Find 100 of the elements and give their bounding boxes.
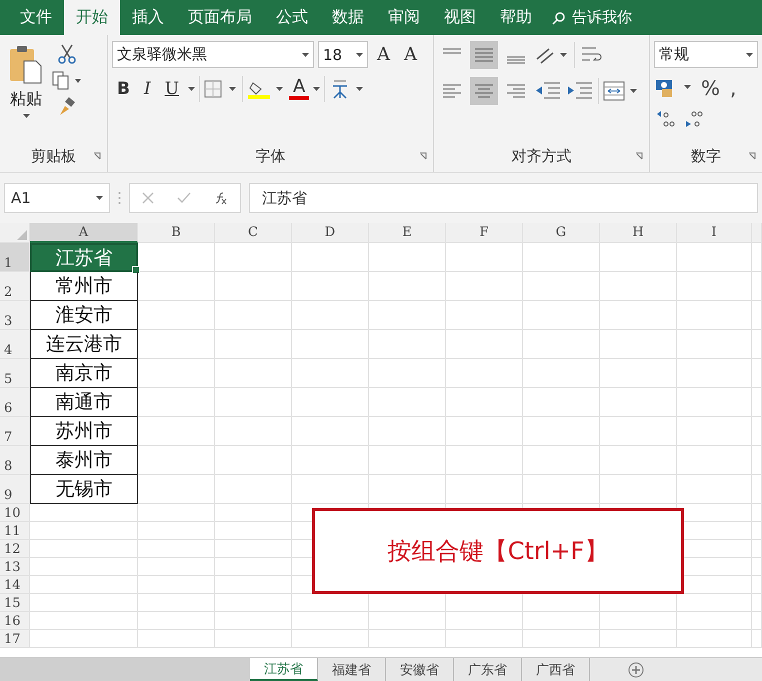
caret-icon[interactable] [22,114,30,118]
underline-button[interactable]: U [160,79,184,99]
column-header[interactable]: D [292,223,369,243]
caret-icon[interactable] [313,87,320,91]
table-cell[interactable] [369,446,446,475]
table-cell[interactable] [752,558,762,576]
table-cell[interactable] [215,446,292,475]
caret-icon[interactable] [96,196,103,200]
paste-button[interactable]: 粘贴 [4,41,48,140]
table-cell[interactable] [752,388,762,417]
row-header[interactable]: 12 [0,540,30,558]
table-cell[interactable] [752,522,762,540]
ribbon-tab[interactable]: 审阅 [376,0,432,35]
row-header[interactable]: 1 [0,243,30,272]
number-format-field[interactable]: 常规 [654,41,758,68]
table-cell[interactable] [215,522,292,540]
font-name-field[interactable]: 文泉驿微米黑 [112,41,314,68]
fill-handle[interactable] [132,266,140,274]
table-cell[interactable] [752,243,762,272]
table-cell[interactable] [446,475,523,504]
table-cell[interactable] [600,475,677,504]
table-cell[interactable] [215,417,292,446]
row-header[interactable]: 4 [0,330,30,359]
table-cell[interactable] [446,630,523,648]
italic-button[interactable]: I [138,79,156,99]
row-header[interactable]: 5 [0,359,30,388]
table-cell[interactable] [215,576,292,594]
table-cell[interactable] [369,612,446,630]
table-cell[interactable] [215,630,292,648]
dialog-launcher-icon[interactable] [635,152,643,160]
table-cell[interactable] [446,359,523,388]
table-cell[interactable] [292,301,369,330]
table-cell[interactable] [369,330,446,359]
table-cell[interactable]: 南京市 [30,359,138,388]
table-cell[interactable]: 常州市 [30,272,138,301]
table-cell[interactable] [446,612,523,630]
row-header[interactable]: 6 [0,388,30,417]
row-header[interactable]: 17 [0,630,30,648]
dialog-launcher-icon[interactable] [419,152,427,160]
table-cell[interactable] [138,388,215,417]
row-header[interactable]: 14 [0,576,30,594]
table-cell[interactable] [600,243,677,272]
table-cell[interactable] [292,272,369,301]
table-cell[interactable] [446,446,523,475]
table-cell[interactable] [292,446,369,475]
table-cell[interactable] [446,243,523,272]
table-cell[interactable] [677,301,752,330]
ribbon-tab[interactable]: 视图 [432,0,488,35]
table-cell[interactable] [523,417,600,446]
shrink-font-button[interactable]: A [399,44,422,65]
clipboard-icon[interactable] [8,43,44,85]
row-header[interactable]: 16 [0,612,30,630]
comma-button[interactable]: , [727,76,740,100]
grow-font-button[interactable]: A [372,44,395,65]
table-cell[interactable] [369,359,446,388]
ribbon-tab[interactable]: 页面布局 [176,0,264,35]
table-cell[interactable] [369,388,446,417]
table-cell[interactable] [369,301,446,330]
currency-icon[interactable] [654,77,694,99]
table-cell[interactable] [369,475,446,504]
table-cell[interactable] [752,594,762,612]
table-cell[interactable] [677,272,752,301]
caret-icon[interactable] [356,52,363,56]
table-cell[interactable] [523,330,600,359]
table-cell[interactable] [677,330,752,359]
table-cell[interactable] [292,630,369,648]
table-cell[interactable] [752,272,762,301]
table-cell[interactable] [600,272,677,301]
table-cell[interactable] [752,475,762,504]
table-cell[interactable] [446,272,523,301]
enter-icon[interactable] [176,192,191,204]
table-cell[interactable] [138,475,215,504]
table-cell[interactable] [752,446,762,475]
table-cell[interactable] [138,522,215,540]
table-cell[interactable] [292,330,369,359]
table-cell[interactable]: 江苏省 [30,243,138,272]
dialog-launcher-icon[interactable] [748,152,756,160]
table-cell[interactable] [677,630,752,648]
table-cell[interactable] [138,272,215,301]
table-cell[interactable] [677,475,752,504]
column-header[interactable]: H [600,223,677,243]
table-cell[interactable] [30,612,138,630]
ribbon-tab[interactable]: 帮助 [488,0,544,35]
cancel-icon[interactable] [142,192,154,204]
search-icon[interactable] [552,10,566,24]
table-cell[interactable] [215,558,292,576]
font-size-field[interactable]: 18 [318,41,368,68]
table-cell[interactable] [523,359,600,388]
table-cell[interactable] [523,630,600,648]
table-cell[interactable] [215,540,292,558]
table-cell[interactable] [752,359,762,388]
table-cell[interactable] [292,417,369,446]
column-header[interactable]: G [523,223,600,243]
table-cell[interactable] [677,388,752,417]
table-cell[interactable] [138,540,215,558]
table-cell[interactable] [138,504,215,522]
align-middle-icon[interactable] [470,41,498,69]
table-cell[interactable] [369,272,446,301]
table-cell[interactable] [600,359,677,388]
row-header[interactable]: 8 [0,446,30,475]
